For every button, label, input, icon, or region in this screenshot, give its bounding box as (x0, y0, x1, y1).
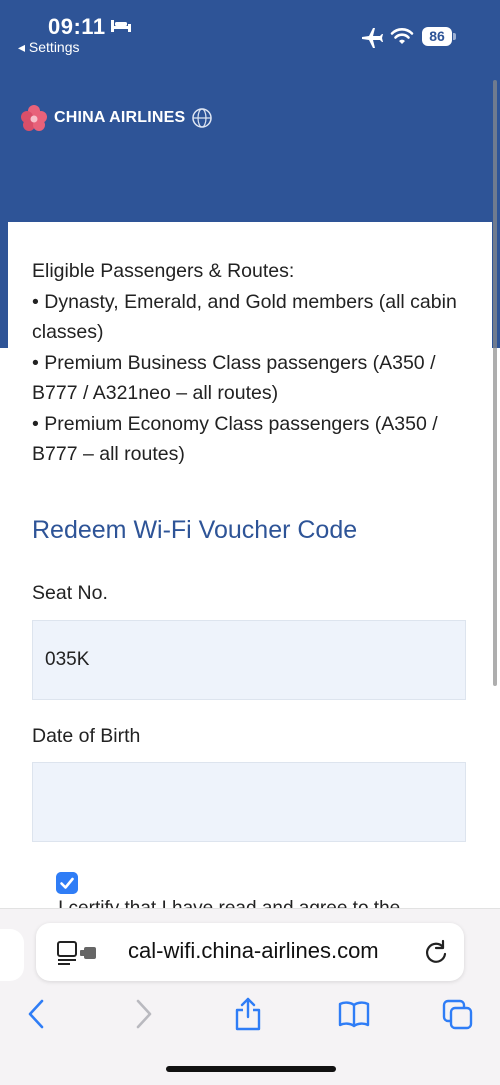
content-card: Eligible Passengers & Routes: • Dynasty,… (8, 222, 492, 922)
bed-icon (111, 20, 131, 32)
eligibility-section: Eligible Passengers & Routes: • Dynasty,… (32, 256, 472, 470)
bookmarks-icon[interactable] (338, 997, 370, 1031)
home-indicator[interactable] (166, 1066, 336, 1072)
dob-label: Date of Birth (32, 725, 141, 747)
back-to-settings-link[interactable]: ◂ Settings (18, 39, 80, 56)
battery-icon: 86 (422, 27, 452, 46)
eligibility-item: • Premium Business Class passengers (A35… (32, 351, 436, 405)
reload-icon[interactable] (424, 939, 448, 965)
status-time: 09:11 (48, 14, 106, 39)
plum-blossom-icon (21, 105, 47, 131)
battery-tip (453, 33, 456, 40)
page-menu-icon[interactable] (56, 939, 100, 965)
share-icon[interactable] (232, 997, 264, 1031)
page-scrollbar[interactable] (493, 80, 497, 686)
globe-emblem-icon (192, 108, 213, 128)
redeem-voucher-title: Redeem Wi-Fi Voucher Code (32, 516, 358, 544)
previous-tab-edge[interactable] (0, 929, 24, 981)
dob-input[interactable] (32, 762, 466, 842)
china-airlines-logo: CHINA AIRLINES (18, 100, 213, 136)
forward-arrow-icon[interactable] (128, 997, 160, 1031)
certify-checkbox[interactable] (56, 872, 78, 894)
wifi-icon (390, 28, 414, 44)
eligibility-item: • Premium Economy Class passengers (A350… (32, 412, 438, 466)
airplane-icon (362, 28, 383, 48)
brand-name: CHINA AIRLINES (54, 109, 186, 126)
eligibility-item: • Dynasty, Emerald, and Gold members (al… (32, 290, 457, 344)
eligibility-heading: Eligible Passengers & Routes: (32, 260, 295, 282)
url-text[interactable]: cal-wifi.china-airlines.com (128, 938, 379, 964)
back-arrow-icon[interactable] (20, 997, 52, 1031)
status-bar: 09:11 ◂ Settings 86 (0, 0, 500, 70)
seat-input[interactable]: 035K (32, 620, 466, 700)
browser-chrome: cal-wifi.china-airlines.com (0, 908, 500, 1085)
seat-label: Seat No. (32, 582, 108, 604)
tabs-icon[interactable] (442, 997, 474, 1031)
address-bar[interactable]: cal-wifi.china-airlines.com (36, 923, 464, 981)
